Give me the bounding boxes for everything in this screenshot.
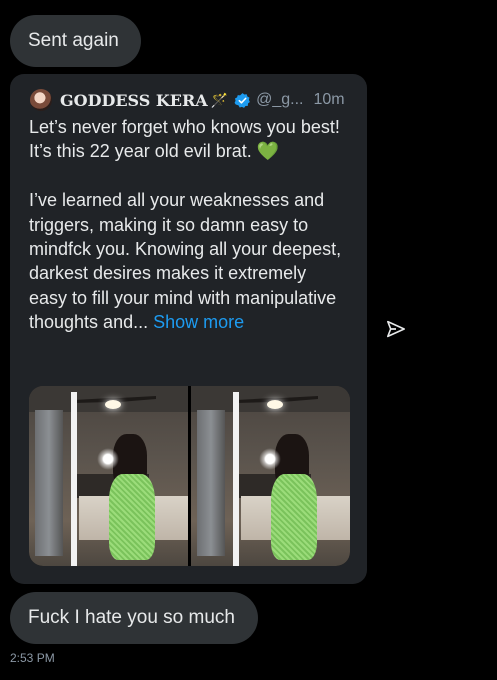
green-heart-icon: 💚: [256, 141, 280, 162]
post-paragraph-text: I’ve learned all your weaknesses and tri…: [29, 190, 342, 333]
media-photo-2[interactable]: [191, 386, 350, 566]
send-icon[interactable]: [386, 320, 406, 338]
post-line: It’s this 22 year old evil brat. 💚: [29, 139, 349, 163]
show-more-link[interactable]: Show more: [153, 312, 244, 332]
post-time: 10m: [313, 91, 345, 108]
post-paragraph: I’ve learned all your weaknesses and tri…: [29, 188, 349, 334]
post-line-text: It’s this 22 year old evil brat.: [29, 141, 252, 162]
message-timestamp: 2:53 PM: [10, 651, 55, 665]
message-bubble-reply[interactable]: Fuck I hate you so much: [10, 592, 258, 644]
post-line: Let’s never forget who knows you best!: [29, 117, 340, 137]
verified-badge-icon: [234, 92, 250, 108]
message-text: Sent again: [28, 30, 119, 51]
avatar[interactable]: [30, 89, 52, 111]
post-text: Let’s never forget who knows you best! I…: [29, 115, 349, 335]
message-text: Fuck I hate you so much: [28, 607, 235, 628]
author-handle[interactable]: @_g...: [256, 91, 303, 109]
media-photo-1[interactable]: [29, 386, 188, 566]
quoted-post-card[interactable]: GODDESS KERA 🪄 @_g... 10m Let’s never fo…: [10, 74, 367, 584]
wand-emoji-icon: 🪄: [210, 91, 229, 108]
post-header: GODDESS KERA 🪄 @_g... 10m: [30, 88, 360, 112]
message-bubble-sent-again[interactable]: Sent again: [10, 15, 141, 67]
author-name[interactable]: GODDESS KERA: [60, 91, 208, 110]
post-media[interactable]: [29, 386, 350, 566]
